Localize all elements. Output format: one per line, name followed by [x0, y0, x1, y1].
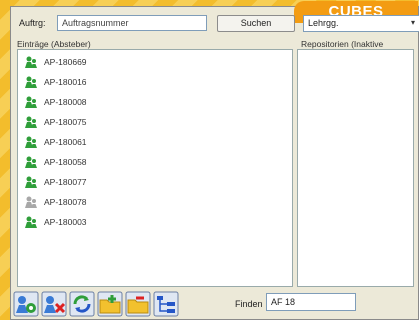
green-user-icon [25, 156, 37, 168]
filter-select-value: Lehrgg. [308, 18, 339, 28]
list-item-label: AP-180058 [44, 157, 87, 167]
remove-folder-icon[interactable] [125, 291, 151, 317]
list-item[interactable]: AP-180075 [24, 114, 87, 130]
auftrag-input[interactable]: Auftragsnummer [57, 15, 207, 31]
list-item-label: AP-180016 [44, 77, 87, 87]
green-user-icon [25, 56, 37, 68]
list-item[interactable]: AP-180058 [24, 154, 87, 170]
list-item-label: AP-180003 [44, 217, 87, 227]
list-item[interactable]: AP-180003 [24, 214, 87, 230]
green-user-icon [25, 76, 37, 88]
list-item-label: AP-180008 [44, 97, 87, 107]
left-list-header: Einträge (Absteber) [17, 39, 91, 49]
green-user-icon [25, 176, 37, 188]
green-user-icon [25, 216, 37, 228]
find-input[interactable]: AF 18 [266, 293, 356, 311]
filter-select[interactable]: Lehrgg. ▾ [303, 15, 419, 32]
search-button[interactable]: Suchen [217, 15, 295, 32]
add-folder-icon[interactable] [97, 291, 123, 317]
users-settings-icon[interactable] [13, 291, 39, 317]
list-item[interactable]: AP-180061 [24, 134, 87, 150]
entries-list[interactable]: AP-180669 AP-180016 AP-180008 AP-180075 … [17, 49, 293, 287]
list-item[interactable]: AP-180078 [24, 194, 87, 210]
bottom-toolbar [13, 291, 181, 317]
gray-user-icon [25, 196, 37, 208]
list-item-label: AP-180669 [44, 57, 87, 67]
list-item-label: AP-180077 [44, 177, 87, 187]
repositories-list[interactable] [297, 49, 414, 287]
list-item-label: AP-180061 [44, 137, 87, 147]
chevron-down-icon: ▾ [410, 18, 415, 27]
green-user-icon [25, 96, 37, 108]
list-item[interactable]: AP-180016 [24, 74, 87, 90]
search-row: Auftrg: Auftragsnummer Suchen Lehrgg. ▾ [17, 15, 419, 33]
app-window: CUBES Auftrg: Auftragsnummer Suchen Lehr… [10, 1, 419, 320]
list-item[interactable]: AP-180077 [24, 174, 87, 190]
auftrag-label: Auftrg: [19, 18, 46, 28]
list-item[interactable]: AP-180669 [24, 54, 87, 70]
tree-view-icon[interactable] [153, 291, 179, 317]
right-list-header: Repositorien (Inaktive [301, 39, 384, 49]
green-user-icon [25, 136, 37, 148]
find-label: Finden [235, 299, 263, 309]
remove-users-icon[interactable] [41, 291, 67, 317]
list-item-label: AP-180078 [44, 197, 87, 207]
list-item-label: AP-180075 [44, 117, 87, 127]
refresh-icon[interactable] [69, 291, 95, 317]
green-user-icon [25, 116, 37, 128]
list-item[interactable]: AP-180008 [24, 94, 87, 110]
